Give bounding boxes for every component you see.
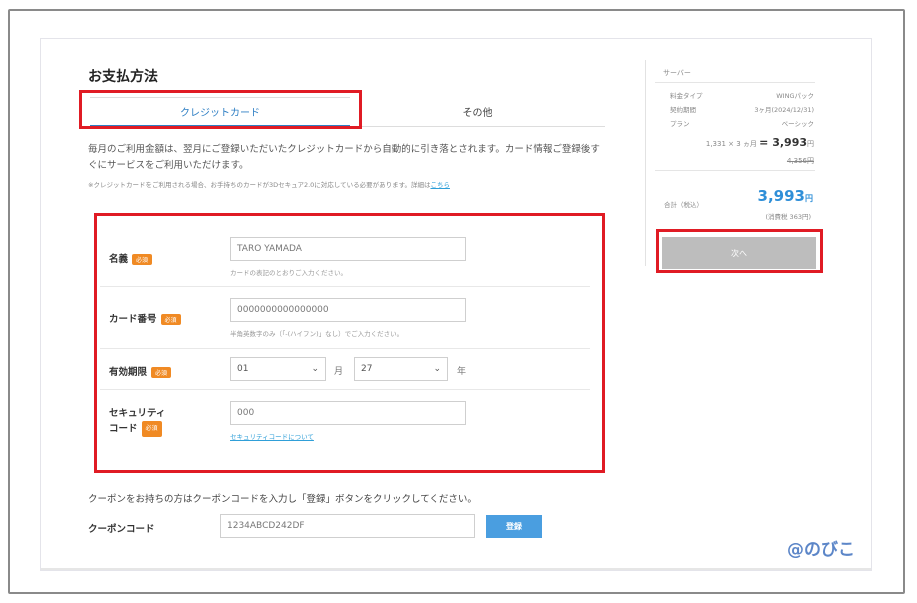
expiry-label-text: 有効期限	[109, 367, 148, 378]
expiry-row: 有効期限 必須 01 ⌄ 月 27 ⌄ 年	[100, 349, 590, 390]
month-unit: 月	[334, 367, 344, 377]
watermark: @のびこ	[787, 540, 855, 560]
name-label-text: 名義	[109, 254, 129, 265]
payment-description: 毎月のご利用金額は、翌月にご登録いただいたクレジットカードから自動的に引き落とさ…	[88, 144, 600, 171]
summary-title: サーバー	[663, 69, 691, 77]
note-text: ※クレジットカードをご利用される場合、お手持ちのカードが3Dセキュア2.0に対応…	[88, 181, 431, 189]
security-code-input[interactable]: 000	[230, 401, 466, 425]
calc-currency: 円	[807, 140, 814, 148]
page-title: お支払方法	[88, 69, 158, 85]
calc-prefix: 1,331 × 3 ヵ月	[705, 140, 757, 148]
calc-amount: = 3,993	[759, 136, 807, 149]
3d-secure-note: ※クレジットカードをご利用される場合、お手持ちのカードが3Dセキュア2.0に対応…	[88, 179, 450, 189]
summary-divider	[655, 82, 815, 83]
coupon-label: クーポンコード	[88, 524, 155, 535]
card-number-label-text: カード番号	[109, 314, 157, 325]
name-hint: カードの表記のとおりご入力ください。	[230, 269, 347, 277]
card-number-row: カード番号 必須 0000000000000000 半角英数字のみ（「-(ハイフン…	[100, 287, 590, 349]
tab-other[interactable]: その他	[350, 97, 605, 127]
price-calculation: 1,331 × 3 ヵ月 = 3,993円	[706, 136, 814, 149]
summary-divider	[655, 170, 815, 171]
tab-credit-card[interactable]: クレジットカード	[90, 97, 350, 127]
summary-key: 契約期間	[670, 106, 696, 114]
expiry-year-value: 27	[361, 364, 373, 374]
total-amount: 3,993円	[758, 187, 813, 205]
security-label-line2: コード	[109, 423, 138, 435]
card-number-hint: 半角英数字のみ（「-(ハイフン)」なし）でご入力ください。	[230, 330, 404, 338]
expiry-year-select[interactable]: 27 ⌄	[354, 357, 448, 381]
required-badge: 必須	[132, 254, 153, 265]
summary-value: 3ヶ月(2024/12/31)	[754, 106, 814, 114]
expiry-month-value: 01	[237, 364, 249, 374]
year-unit: 年	[457, 367, 467, 377]
summary-key: 料金タイプ	[670, 92, 703, 100]
expiry-month-select[interactable]: 01 ⌄	[230, 357, 326, 381]
total-label: 合計（税込）	[664, 201, 703, 209]
required-badge: 必須	[160, 314, 181, 325]
required-badge: 必須	[141, 421, 162, 437]
coupon-register-button[interactable]: 登録	[486, 515, 542, 538]
required-badge: 必須	[151, 367, 172, 378]
chevron-down-icon: ⌄	[311, 364, 319, 374]
expiry-label: 有効期限 必須	[109, 364, 172, 378]
tax-amount: (消費税 363円)	[765, 213, 811, 221]
security-label-line1: セキュリティ	[109, 408, 166, 419]
name-row: 名義 必須 TARO YAMADA カードの表記のとおりご入力ください。	[100, 228, 590, 287]
total-currency: 円	[805, 194, 813, 203]
summary-value: ベーシック	[781, 120, 814, 128]
original-price: 4,356円	[786, 157, 814, 165]
note-link[interactable]: こちら	[430, 181, 450, 189]
security-label: セキュリティ コード 必須	[109, 407, 165, 437]
coupon-input[interactable]: 1234ABCD242DF	[220, 514, 475, 538]
security-code-link[interactable]: セキュリティコードについて	[230, 431, 314, 441]
chevron-down-icon: ⌄	[433, 364, 441, 374]
total-amount-value: 3,993	[757, 187, 805, 205]
name-input[interactable]: TARO YAMADA	[230, 237, 466, 261]
summary-key: プラン	[670, 120, 690, 128]
card-bottom-border	[41, 568, 871, 570]
security-code-row: セキュリティ コード 必須 000 セキュリティコードについて	[100, 390, 590, 456]
card-number-label: カード番号 必須	[109, 311, 181, 325]
next-button[interactable]: 次へ	[662, 237, 816, 269]
summary-value: WINGパック	[776, 92, 814, 100]
card-number-input[interactable]: 0000000000000000	[230, 298, 466, 322]
name-label: 名義 必須	[109, 251, 153, 265]
security-label-line2-wrap: コード 必須	[109, 421, 165, 437]
coupon-description: クーポンをお持ちの方はクーポンコードを入力し「登録」ボタンをクリックしてください…	[88, 494, 477, 505]
